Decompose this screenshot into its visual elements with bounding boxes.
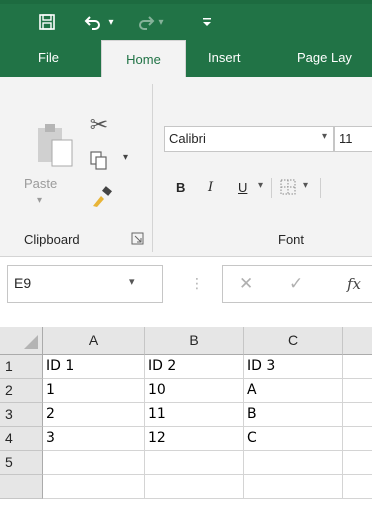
font-separator [320, 178, 321, 198]
column-header-d[interactable] [343, 327, 372, 355]
row-header[interactable]: 3 [0, 403, 43, 427]
cell-b2[interactable]: 10 [145, 379, 244, 403]
tab-file[interactable]: File [38, 38, 59, 77]
copy-icon[interactable] [88, 150, 110, 172]
redo-dropdown-icon: ▾ [158, 16, 164, 28]
copy-dropdown-icon[interactable]: ▾ [123, 152, 128, 163]
cell-b4[interactable]: 12 [145, 427, 244, 451]
row-header[interactable]: 1 [0, 355, 43, 379]
cell-c2[interactable]: A [244, 379, 343, 403]
underline-dropdown-icon[interactable]: ▾ [258, 180, 263, 191]
insert-function-icon[interactable]: fx [347, 275, 361, 293]
cell-a6[interactable] [43, 475, 145, 499]
clipboard-launcher-icon[interactable] [131, 232, 144, 245]
font-name-value: Calibri [169, 131, 206, 146]
font-name-dropdown-icon[interactable]: ▾ [322, 131, 327, 142]
borders-dropdown-icon[interactable]: ▾ [303, 180, 308, 191]
name-box-value: E9 [14, 275, 32, 291]
column-header-c[interactable]: C [244, 327, 343, 355]
bold-button[interactable]: B [176, 180, 185, 195]
row-header[interactable] [0, 475, 43, 499]
cell-d6[interactable] [343, 475, 372, 499]
customize-qat-icon[interactable] [200, 12, 214, 32]
borders-icon[interactable] [280, 179, 296, 195]
font-name-combo[interactable]: Calibri ▾ [164, 126, 334, 152]
font-group-label: Font [278, 232, 305, 247]
paste-icon[interactable] [36, 122, 78, 170]
cell-c1[interactable]: ID 3 [244, 355, 343, 379]
save-icon[interactable] [36, 12, 58, 32]
cell-b6[interactable] [145, 475, 244, 499]
cell-a4[interactable]: 3 [43, 427, 145, 451]
underline-button[interactable]: U [238, 180, 247, 195]
cell-d2[interactable] [343, 379, 372, 403]
name-box[interactable]: E9 ▾ [7, 265, 163, 303]
undo-icon[interactable] [82, 12, 104, 32]
cell-d4[interactable] [343, 427, 372, 451]
title-bar-top-line [0, 0, 372, 4]
cancel-icon[interactable]: ✕ [239, 274, 253, 294]
cell-a3[interactable]: 2 [43, 403, 145, 427]
select-all-corner[interactable] [0, 327, 43, 355]
group-separator [152, 84, 153, 252]
cell-c4[interactable]: C [244, 427, 343, 451]
column-header-a[interactable]: A [43, 327, 145, 355]
cell-d5[interactable] [343, 451, 372, 475]
cell-b3[interactable]: 11 [145, 403, 244, 427]
tab-page-layout[interactable]: Page Lay [297, 38, 352, 77]
row-header[interactable]: 5 [0, 451, 43, 475]
font-size-combo[interactable]: 11 [334, 126, 372, 152]
font-separator [271, 178, 272, 198]
column-header-b[interactable]: B [145, 327, 244, 355]
clipboard-group-label: Clipboard [24, 232, 80, 247]
font-size-value: 11 [339, 131, 353, 146]
cell-c6[interactable] [244, 475, 343, 499]
cell-b5[interactable] [145, 451, 244, 475]
name-box-dropdown-icon[interactable]: ▾ [129, 275, 135, 288]
enter-icon[interactable]: ✓ [289, 274, 303, 294]
paste-dropdown-icon: ▾ [37, 195, 43, 206]
paste-label: Paste [24, 176, 58, 191]
cell-c3[interactable]: B [244, 403, 343, 427]
scissors-icon[interactable]: ✂ [88, 112, 110, 138]
row-header[interactable]: 2 [0, 379, 43, 403]
formula-bar-grip-icon: ⋮ [190, 276, 204, 290]
cell-b1[interactable]: ID 2 [145, 355, 244, 379]
cell-c5[interactable] [244, 451, 343, 475]
cell-a5[interactable] [43, 451, 145, 475]
undo-dropdown-icon[interactable]: ▾ [106, 12, 116, 32]
format-painter-icon[interactable] [91, 186, 113, 208]
formula-input-area[interactable]: ✕ ✓ fx [222, 265, 372, 303]
redo-icon [136, 12, 156, 32]
row-header[interactable]: 4 [0, 427, 43, 451]
cell-a1[interactable]: ID 1 [43, 355, 145, 379]
cell-d3[interactable] [343, 403, 372, 427]
tab-insert[interactable]: Insert [208, 38, 241, 77]
cell-d1[interactable] [343, 355, 372, 379]
italic-button[interactable]: I [208, 180, 213, 195]
cell-a2[interactable]: 1 [43, 379, 145, 403]
tab-home[interactable]: Home [101, 40, 186, 77]
